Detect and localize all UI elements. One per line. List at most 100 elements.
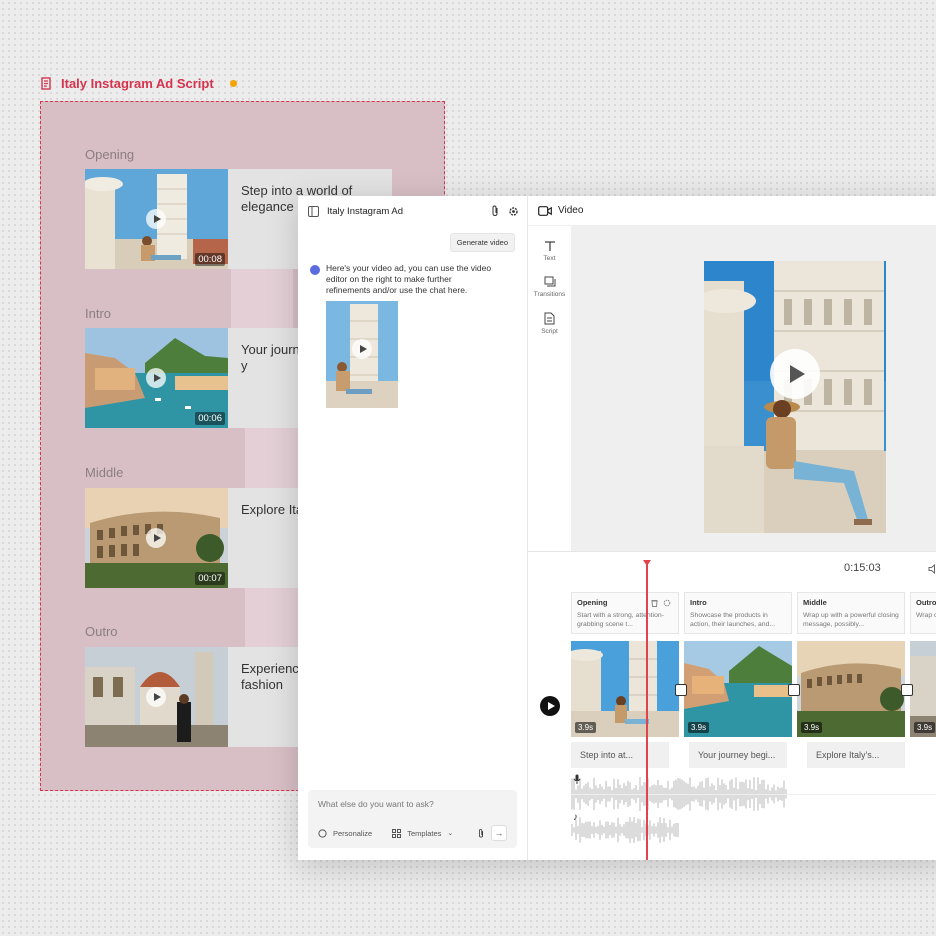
tool-text[interactable]: Text (528, 240, 571, 262)
thumbnail-colosseum[interactable]: 00:07 (85, 488, 228, 588)
video-preview[interactable] (704, 261, 886, 533)
tool-label: Transitions (533, 291, 566, 298)
section-label-middle: Middle (85, 465, 124, 480)
clip-duration: 00:08 (195, 253, 225, 266)
assistant-message: Here's your video ad, you can use the vi… (310, 263, 496, 296)
gear-icon[interactable] (508, 206, 519, 217)
section-label-opening: Opening (85, 147, 135, 162)
personalize-icon[interactable] (318, 828, 327, 838)
preview-area (571, 226, 936, 551)
thumbnail-coast[interactable]: 00:06 (85, 328, 228, 428)
caption-clip[interactable]: Explore Italy's... (807, 742, 905, 768)
thumbnail-florence[interactable] (85, 647, 228, 747)
personalize-button[interactable]: Personalize (333, 829, 372, 838)
assistant-message-text: Here's your video ad, you can use the vi… (326, 263, 492, 295)
assistant-avatar-icon (310, 265, 320, 275)
video-title: Video (558, 205, 584, 216)
video-camera-icon (538, 205, 552, 216)
settings-icon[interactable] (663, 599, 671, 607)
text-icon (544, 241, 555, 251)
caption-clip[interactable]: Your journey begi... (689, 742, 787, 768)
status-dot (229, 80, 237, 87)
scene-description: Wrap up with a powerful closing message,… (803, 612, 899, 628)
clip-middle[interactable]: 3.9s (797, 641, 905, 737)
playhead[interactable] (643, 560, 651, 860)
clip-opening[interactable]: 3.9s (571, 641, 679, 737)
transitions-icon (544, 276, 555, 287)
clip-intro[interactable]: 3.9s (684, 641, 792, 737)
play-icon[interactable] (352, 339, 372, 359)
clip-length: 3.9s (801, 722, 823, 733)
generate-video-button[interactable]: Generate video (449, 233, 515, 252)
clip-length: 3.9s (688, 722, 710, 733)
tool-label: Script (541, 328, 558, 335)
time-display: 0:15:03 (844, 562, 881, 574)
play-icon[interactable] (146, 528, 166, 548)
clip-duration: 00:06 (195, 412, 225, 425)
timeline: 0:15:03 Opening Start with a strong, att… (528, 551, 936, 860)
templates-button[interactable]: Templates (407, 829, 441, 838)
volume-icon[interactable] (928, 564, 936, 574)
clip-track: 3.9s 3.9s 3.9s 3.9s (571, 641, 936, 737)
trash-icon[interactable] (651, 599, 658, 607)
scene-card-middle[interactable]: Middle Wrap up with a powerful closing m… (797, 592, 905, 634)
timeline-play-button[interactable] (540, 696, 560, 716)
chat-title: Italy Instagram Ad (327, 205, 404, 217)
chat-header: Italy Instagram Ad (298, 196, 527, 226)
board-title: Italy Instagram Ad Script (41, 76, 237, 91)
track-divider (571, 794, 936, 795)
tool-transitions[interactable]: Transitions (528, 276, 571, 298)
section-label-outro: Outro (85, 624, 118, 639)
tool-label: Text (543, 255, 556, 262)
scene-cards: Opening Start with a strong, attention-g… (571, 592, 936, 634)
attachment-icon[interactable] (477, 828, 485, 839)
chevron-down-icon[interactable]: ⌄ (447, 829, 453, 837)
waveform-music (571, 817, 679, 843)
clip-duration: 00:07 (195, 572, 225, 585)
thumbnail-pisa[interactable]: 00:08 (85, 169, 228, 269)
section-label-intro: Intro (85, 306, 112, 321)
templates-icon[interactable] (392, 828, 402, 838)
scene-description: Showcase the products in action, their l… (690, 612, 776, 628)
play-icon[interactable] (146, 368, 166, 388)
scene-description: Wrap closing (916, 612, 936, 619)
arrow-right-icon: → (494, 828, 504, 838)
clip-length: 3.9s (914, 722, 936, 733)
editor-window: Italy Instagram Ad Generate video Here's… (298, 196, 936, 860)
scene-title: Intro (690, 598, 707, 607)
play-icon[interactable] (146, 687, 166, 707)
scene-card-outro[interactable]: Outro Wrap closing (910, 592, 936, 634)
script-doc-icon (41, 77, 51, 90)
music-note-icon: ♪ (573, 812, 578, 823)
clip-outro[interactable]: 3.9s (910, 641, 936, 737)
tool-rail: Text Transitions Script (528, 226, 571, 551)
board-spacer (231, 268, 293, 328)
scene-card-opening[interactable]: Opening Start with a strong, attention-g… (571, 592, 679, 634)
chat-input-placeholder: What else do you want to ask? (318, 799, 434, 809)
play-icon[interactable] (770, 349, 820, 399)
send-button[interactable]: → (491, 825, 507, 841)
clip-length: 3.9s (575, 722, 597, 733)
script-icon (544, 312, 555, 325)
board-title-text: Italy Instagram Ad Script (61, 76, 214, 91)
transition-checkbox[interactable] (788, 684, 800, 696)
music-track[interactable] (571, 816, 679, 844)
chat-panel: Italy Instagram Ad Generate video Here's… (298, 196, 528, 860)
chat-input-actions: Personalize Templates ⌄ → (318, 825, 507, 841)
attachment-icon[interactable] (490, 205, 500, 217)
scene-card-intro[interactable]: Intro Showcase the products in action, t… (684, 592, 792, 634)
microphone-icon (573, 774, 581, 784)
scene-title: Outro (916, 598, 936, 607)
transition-checkbox[interactable] (675, 684, 687, 696)
tool-script[interactable]: Script (528, 312, 571, 335)
sidebar-toggle-icon[interactable] (308, 205, 319, 217)
play-icon[interactable] (146, 209, 166, 229)
transition-checkbox[interactable] (901, 684, 913, 696)
scene-description: Start with a strong, attention-grabbing … (577, 612, 664, 628)
caption-clip[interactable]: Step into at... (571, 742, 669, 768)
caption-track: Step into at... Your journey begi... Exp… (571, 742, 920, 768)
message-video-thumbnail[interactable] (326, 301, 398, 408)
scene-title: Middle (803, 598, 827, 607)
video-header: Video (528, 196, 936, 226)
video-panel: Video Text Transitions Script 0:15:03 Op… (528, 196, 936, 860)
